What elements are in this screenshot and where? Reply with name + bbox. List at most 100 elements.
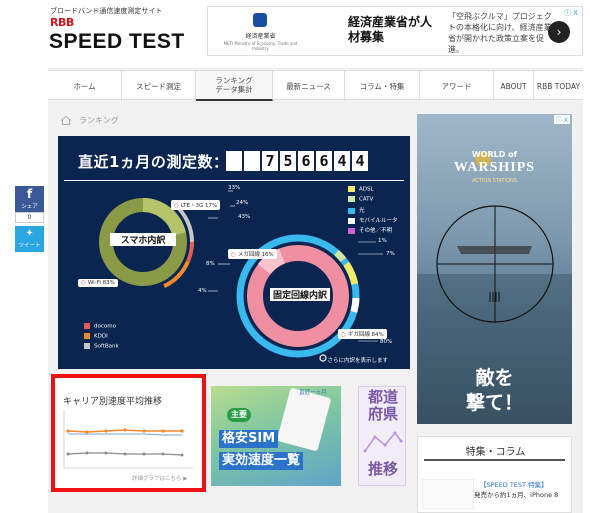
lte-tag-text: LTE・3G 17% (180, 203, 218, 209)
nav-about[interactable]: ABOUT (494, 71, 534, 101)
legend-other: その他／不明 (348, 226, 392, 234)
legend-docomo: docomo (84, 323, 116, 330)
legend-kddi: KDDI (84, 333, 108, 340)
meti-english-name: METI Ministry of Economy, Trade and Indu… (223, 41, 298, 51)
wifi-tag: ○ Wi-Fi 83% (78, 279, 118, 287)
legend-label: 光 (359, 208, 365, 214)
prefecture-subtitle: 推移 (367, 460, 398, 478)
speedtest-logo[interactable]: SPEED TEST (49, 30, 185, 54)
twitter-share-button[interactable]: ✦ ツイート (15, 226, 44, 252)
pct-label: 80% (380, 339, 393, 345)
legend-label: KDDI (94, 333, 108, 340)
side-ad-close-button[interactable]: ⓘ X (553, 115, 570, 124)
legend-swatch (84, 323, 90, 329)
game-subtitle: ACTION STATIONS (472, 178, 517, 184)
pct-label: 43% (238, 214, 251, 220)
top-banner-ad[interactable]: 経済産業省 METI Ministry of Economy, Trade an… (207, 6, 583, 56)
ad-body: 「空飛ぶクルマ」プロジェクトの本格化に向け、経済産業省が開かれた政策立案を促進。 (448, 12, 552, 54)
breadcrumb[interactable]: ランキング (79, 115, 119, 126)
legend-label: モバイルルータ (359, 218, 398, 224)
legend-swatch (84, 333, 90, 339)
wifi-tag-text: Wi-Fi 83% (87, 280, 115, 286)
site-tagline: ブロードバンド通信速度測定サイト (50, 7, 163, 15)
mega-tag-text: メガ回線 16% (237, 252, 274, 258)
ad-copy: 敵を撃て！ (417, 366, 572, 416)
side-banner-ad[interactable]: WORLD of WARSHIPS ACTION STATIONS 敵を 撃て！ … (417, 114, 572, 424)
giga-tag-text: ギガ回線 84% (347, 332, 384, 338)
lte-tag: ○ LTE・3G 17% (171, 200, 221, 210)
measurement-summary-panel[interactable]: 直近1ヵ月の測定数： 7 5 6 6 4 4 スマホ内訳 固定回線内訳 33% … (58, 136, 410, 369)
legend-swatch (348, 196, 355, 202)
prefecture-trend-card[interactable]: 都道府県 推移 (358, 386, 406, 486)
mega-tag: ○ メガ回線 16% (228, 249, 277, 259)
facebook-share-label: シェア (21, 204, 38, 210)
pct-label: 33% (228, 185, 241, 191)
main-nav: ホーム スピード測定 ランキング データ集計 最新ニュース コラム・特集 アワー… (48, 70, 583, 101)
game-title-small: WORLD of (471, 150, 518, 159)
feature-title: 特集・コラム (465, 447, 526, 458)
header: ブロードバンド通信速度測定サイト RBB SPEED TEST 経済産業省 ME… (0, 0, 590, 68)
pct-label: 1% (378, 238, 387, 244)
ad-close-button[interactable]: ⓘ X (564, 8, 578, 18)
sim-title-line2: 実効速度一覧 (219, 452, 304, 470)
highlight-box (51, 374, 206, 492)
nav-home[interactable]: ホーム (48, 71, 122, 101)
pct-label: 7% (386, 251, 395, 257)
pct-label: 4% (198, 288, 207, 294)
nav-speed-test[interactable]: スピード測定 (122, 71, 196, 101)
game-title: WARSHIPS (453, 160, 536, 175)
nav-award[interactable]: アワード (420, 71, 494, 101)
legend-label: ADSL (359, 186, 374, 193)
feature-thumbnail[interactable] (422, 479, 474, 509)
trend-line-icon (363, 431, 403, 453)
fixed-breakdown-label: 固定回線内訳 (270, 288, 330, 301)
sim-title-line1: 格安SIM (219, 430, 279, 448)
ad-copy-line2: 撃て！ (465, 392, 523, 414)
feature-item-text[interactable]: 発売から約1ヵ月、iPhone 8 (474, 489, 558, 499)
legend-swatch (348, 217, 355, 224)
twitter-share-label: ツイート (18, 243, 41, 249)
meti-logo: 経済産業省 METI Ministry of Economy, Trade an… (218, 11, 303, 53)
legend-swatch (84, 343, 90, 349)
facebook-share-button[interactable]: f シェア (15, 186, 44, 212)
legend-label: SoftBank (94, 343, 119, 350)
home-icon[interactable] (60, 116, 72, 125)
feature-item-title[interactable]: 【SPEED TEST 特集】 (480, 479, 548, 489)
legend-softbank: SoftBank (84, 343, 119, 350)
nav-ranking[interactable]: ランキング データ集計 (196, 71, 273, 101)
legend-swatch (348, 186, 355, 192)
nav-rbb-today[interactable]: RBB TODAY (534, 71, 583, 101)
prefecture-title: 都道府県 (367, 388, 398, 423)
facebook-icon: f (26, 187, 33, 201)
legend-label: docomo (94, 323, 116, 330)
legend-catv: CATV (348, 196, 373, 203)
legend-adsl: ADSL (348, 186, 374, 193)
twitter-bird-icon: ✦ (25, 228, 34, 239)
ad-arrow-button[interactable]: › (548, 21, 570, 43)
ad-copy-line1: 敵を (475, 367, 514, 389)
rbb-logo[interactable]: RBB (50, 16, 74, 29)
legend-fiber: 光 (348, 206, 365, 214)
meti-name: 経済産業省 (245, 33, 276, 40)
mvno-speed-card[interactable]: 直近一ヵ月 主要 格安SIM 実効速度一覧 (211, 386, 341, 486)
mobile-breakdown-label: スマホ内訳 (110, 233, 176, 246)
ad-headline: 経済産業省が人材募集 (348, 15, 433, 44)
facebook-share-count: 0 (15, 212, 44, 223)
legend-swatch (348, 207, 355, 214)
rbb-logo-text: RBB (50, 16, 74, 29)
pct-label: 24% (236, 200, 249, 206)
legend-label: その他／不明 (359, 228, 393, 234)
legend-swatch (348, 227, 355, 234)
legend-label: CATV (359, 196, 374, 203)
sim-period-label: 直近一ヵ月 (299, 390, 327, 396)
feature-underline (424, 459, 565, 461)
meti-mark-icon (253, 13, 267, 27)
nav-column[interactable]: コラム・特集 (345, 71, 420, 101)
giga-tag: ○ ギガ回線 84% (338, 329, 387, 339)
pct-label: 8% (206, 261, 215, 267)
sim-badge: 主要 (227, 408, 251, 422)
feature-column-box: 特集・コラム 【SPEED TEST 特集】 発売から約1ヵ月、iPhone 8 (417, 436, 572, 513)
expand-note[interactable]: ：さらに内訳を表示します (322, 356, 388, 364)
nav-latest-news[interactable]: 最新ニュース (273, 71, 345, 101)
social-share: f シェア 0 ✦ ツイート (15, 186, 44, 266)
